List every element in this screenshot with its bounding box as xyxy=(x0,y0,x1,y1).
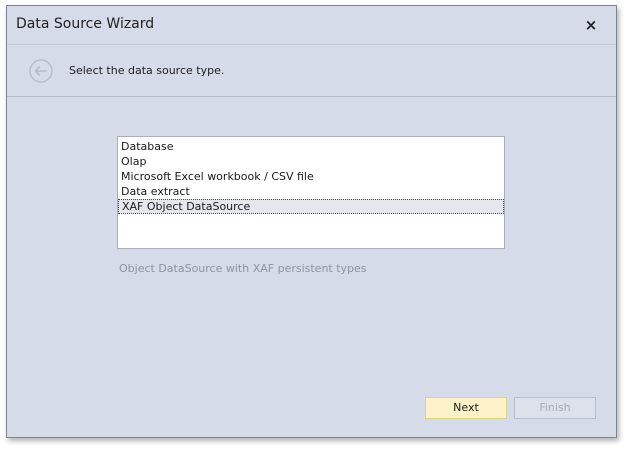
list-item-olap[interactable]: Olap xyxy=(118,154,504,169)
header-instruction: Select the data source type. xyxy=(69,64,225,77)
back-arrow-circle-icon[interactable] xyxy=(29,59,53,83)
list-item-excel-csv[interactable]: Microsoft Excel workbook / CSV file xyxy=(118,169,504,184)
window-title: Data Source Wizard xyxy=(16,16,155,32)
next-button[interactable]: Next xyxy=(425,397,507,419)
data-source-type-listbox[interactable]: Database Olap Microsoft Excel workbook /… xyxy=(117,136,505,249)
list-item-data-extract[interactable]: Data extract xyxy=(118,184,504,199)
finish-button[interactable]: Finish xyxy=(514,397,596,419)
list-item-xaf-object-datasource[interactable]: XAF Object DataSource xyxy=(118,199,504,214)
selection-description: Object DataSource with XAF persistent ty… xyxy=(119,262,367,275)
wizard-header: Select the data source type. xyxy=(7,44,616,97)
title-bar: Data Source Wizard × xyxy=(7,6,616,44)
list-item-database[interactable]: Database xyxy=(118,139,504,154)
data-source-wizard-window: Data Source Wizard × Select the data sou… xyxy=(6,5,617,438)
close-icon[interactable]: × xyxy=(580,14,602,36)
